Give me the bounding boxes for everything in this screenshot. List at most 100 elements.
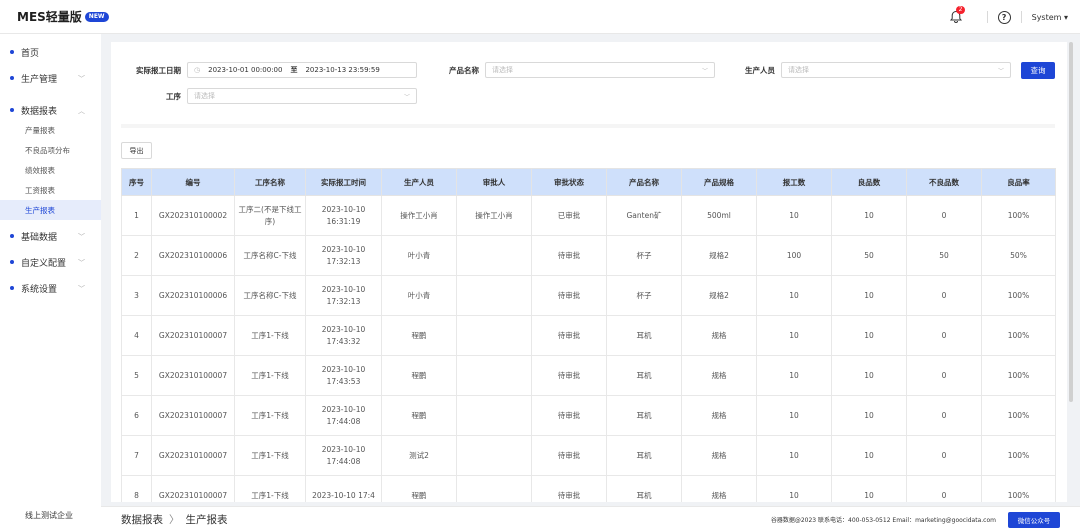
table-cell: 50 xyxy=(831,235,907,276)
search-button[interactable]: 查询 xyxy=(1021,62,1055,79)
breadcrumb-item-current: 生产报表 xyxy=(185,513,228,526)
table-cell: 2023-10-10 17:32:13 xyxy=(305,275,382,316)
table-cell: 500ml xyxy=(681,195,757,236)
app-logo[interactable]: MES轻量版 NEW xyxy=(17,8,109,25)
sidebar-item-home[interactable]: 首页 xyxy=(0,42,101,62)
table-cell: 7 xyxy=(121,435,152,476)
submenu-defect-distribution[interactable]: 不良品项分布 xyxy=(0,140,101,160)
date-start-input[interactable]: 2023-10-01 00:00:00 xyxy=(208,66,282,74)
table-cell: GX202310100007 xyxy=(151,475,235,502)
table-cell: 规格 xyxy=(681,315,757,356)
table-cell: 2023-10-10 17:44:08 xyxy=(305,395,382,436)
table-cell xyxy=(456,235,532,276)
top-header: MES轻量版 NEW 2 ? System ▾ xyxy=(0,0,1080,34)
sidebar-item-base-data[interactable]: 基础数据 ﹀ xyxy=(0,226,101,246)
process-select-placeholder: 请选择 xyxy=(194,92,215,100)
sidebar-item-custom-config[interactable]: 自定义配置 ﹀ xyxy=(0,252,101,272)
table-cell: 叶小青 xyxy=(381,275,457,316)
help-icon[interactable]: ? xyxy=(997,10,1011,24)
table-header-cell: 审批状态 xyxy=(531,168,607,196)
export-button[interactable]: 导出 xyxy=(121,142,152,159)
table-cell xyxy=(456,275,532,316)
table-cell: 10 xyxy=(756,395,832,436)
table-cell: 规格2 xyxy=(681,235,757,276)
wechat-official-account-button[interactable]: 微信公众号 xyxy=(1008,512,1060,528)
table-cell: 程鹏 xyxy=(381,395,457,436)
table-cell: 操作工小肖 xyxy=(381,195,457,236)
new-badge: NEW xyxy=(84,11,109,22)
table-cell: 10 xyxy=(831,395,907,436)
table-cell: 待审批 xyxy=(531,315,607,356)
table-cell: 2023-10-10 17:44:08 xyxy=(305,435,382,476)
product-filter-label: 产品名称 xyxy=(449,65,479,75)
company-name: 线上测试企业 xyxy=(25,511,73,520)
table-row[interactable]: 8 GX202310100007 工序1-下线 2023-10-10 17:4 程鹏 待审… xyxy=(121,475,1056,502)
breadcrumb-item[interactable]: 数据报表 xyxy=(121,512,163,527)
submenu-performance-report[interactable]: 绩效报表 xyxy=(0,160,101,180)
footer: 数据报表 〉 生产报表 谷器数据@2023 联系电话：400-053-0512 … xyxy=(101,506,1080,531)
table-cell: 0 xyxy=(906,275,982,316)
table-row[interactable]: 1 GX202310100002 工序二(不是下线工序) 2023-10-10 16:… xyxy=(121,195,1056,236)
table-cell: 耳机 xyxy=(606,315,682,356)
table-cell: GX202310100007 xyxy=(151,315,235,356)
submenu-production-report[interactable]: 生产报表 xyxy=(0,200,101,220)
logo-text: MES轻量版 xyxy=(17,10,82,24)
menu-dot-icon xyxy=(10,50,14,54)
table-cell: 4 xyxy=(121,315,152,356)
table-cell: 10 xyxy=(831,275,907,316)
table-cell: 工序1-下线 xyxy=(234,355,306,396)
table-cell: 0 xyxy=(906,395,982,436)
process-filter-label: 工序 xyxy=(166,91,181,101)
table-cell: 耳机 xyxy=(606,435,682,476)
chevron-down-icon: ﹀ xyxy=(78,285,85,293)
breadcrumb: 数据报表 〉 生产报表 xyxy=(121,512,228,527)
product-select[interactable]: 请选择 ﹀ xyxy=(485,62,715,78)
table-cell: 工序1-下线 xyxy=(234,395,306,436)
table-cell xyxy=(456,355,532,396)
submenu-wage-report[interactable]: 工资报表 xyxy=(0,180,101,200)
table-header-cell: 良品数 xyxy=(831,168,907,196)
menu-dot-icon xyxy=(10,108,14,112)
table-cell: 待审批 xyxy=(531,435,607,476)
page-scrollbar[interactable] xyxy=(1069,42,1073,402)
sidebar-item-production[interactable]: 生产管理 ﹀ xyxy=(0,68,101,88)
table-cell: 杯子 xyxy=(606,235,682,276)
production-report-table: 序号 编号 工序名称 实际报工时间 生产人员 审批人 审批状态 产品名称 产品规格 报工数 良品数不… xyxy=(121,168,1056,502)
table-cell: 程鹏 xyxy=(381,475,457,502)
table-cell: 10 xyxy=(756,435,832,476)
submenu-output-report[interactable]: 产量报表 xyxy=(0,120,101,140)
table-row[interactable]: 7 GX202310100007 工序1-下线 2023-10-10 17:44:08… xyxy=(121,435,1056,476)
table-cell: 待审批 xyxy=(531,235,607,276)
table-row[interactable]: 4 GX202310100007 工序1-下线 2023-10-10 17:43:32… xyxy=(121,315,1056,356)
table-cell: 工序名称C-下线 xyxy=(234,235,306,276)
table-row[interactable]: 2 GX202310100006 工序名称C-下线 2023-10-10 17:32:… xyxy=(121,235,1056,276)
table-cell: 规格 xyxy=(681,435,757,476)
sidebar-item-label: 生产管理 xyxy=(21,74,58,85)
table-cell: 工序1-下线 xyxy=(234,475,306,502)
user-menu[interactable]: System ▾ xyxy=(1032,13,1068,22)
table-row[interactable]: 6 GX202310100007 工序1-下线 2023-10-10 17:44:08… xyxy=(121,395,1056,436)
table-row[interactable]: 5 GX202310100007 工序1-下线 2023-10-10 17:43:53… xyxy=(121,355,1056,396)
table-cell: 规格 xyxy=(681,355,757,396)
table-row[interactable]: 3 GX202310100006 工序名称C-下线 2023-10-10 17:32:… xyxy=(121,275,1056,316)
table-cell: 100% xyxy=(981,315,1056,356)
table-header-cell: 产品规格 xyxy=(681,168,757,196)
date-range-picker[interactable]: ◷ 2023-10-01 00:00:00 至 2023-10-13 23:59… xyxy=(187,62,417,78)
sidebar: 首页 生产管理 ﹀ 数据报表 ︿ 产量报表 不良品项分布 绩效报表 工资报表 生… xyxy=(0,34,101,531)
table-cell: 待审批 xyxy=(531,355,607,396)
chevron-down-icon: ﹀ xyxy=(78,75,85,83)
table-cell xyxy=(456,475,532,502)
table-cell: 已审批 xyxy=(531,195,607,236)
process-select[interactable]: 请选择 ﹀ xyxy=(187,88,417,104)
table-cell xyxy=(456,435,532,476)
table-cell: 10 xyxy=(756,195,832,236)
table-cell: 规格2 xyxy=(681,275,757,316)
date-end-input[interactable]: 2023-10-13 23:59:59 xyxy=(305,66,379,74)
person-select[interactable]: 请选择 ﹀ xyxy=(781,62,1011,78)
sidebar-item-system-settings[interactable]: 系统设置 ﹀ xyxy=(0,278,101,298)
header-separator xyxy=(1020,11,1022,23)
sidebar-item-reports[interactable]: 数据报表 ︿ xyxy=(0,100,101,120)
notification-bell-icon[interactable]: 2 xyxy=(949,6,966,24)
table-cell: 叶小青 xyxy=(381,235,457,276)
date-range-separator: 至 xyxy=(290,66,298,74)
